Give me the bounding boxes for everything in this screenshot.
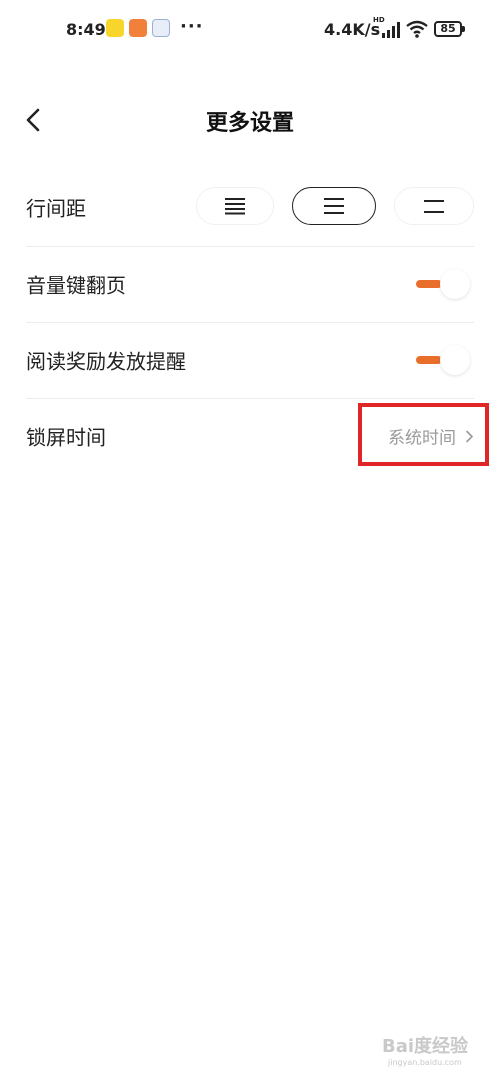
status-bar: 8:49 ··· 4.4K/s HD 85 — [0, 0, 500, 60]
line-spacing-loose-option[interactable] — [394, 187, 474, 225]
more-notifications-icon: ··· — [180, 16, 204, 37]
baidu-jingyan-watermark: Bai度经验 jingyan.baidu.com — [382, 1030, 492, 1076]
page-title: 更多设置 — [205, 111, 294, 136]
line-spacing-compact-option[interactable] — [196, 187, 274, 225]
volume-key-page-turn-label: 音量键翻页 — [26, 273, 126, 298]
orange-app-icon — [129, 19, 147, 37]
toggle-knob — [440, 269, 470, 299]
reading-reward-reminder-toggle[interactable] — [416, 345, 474, 375]
medium-lines-icon — [324, 198, 344, 214]
battery-icon: 85 — [434, 21, 465, 37]
blue-app-icon — [152, 19, 170, 37]
reading-reward-reminder-row: 阅读奖励发放提醒 — [26, 322, 474, 399]
lock-screen-time-label: 锁屏时间 — [26, 425, 106, 450]
line-spacing-row: 行间距 — [26, 168, 474, 247]
highlight-annotation-box — [358, 403, 489, 466]
loose-lines-icon — [424, 200, 444, 213]
toggle-track — [416, 280, 442, 288]
watermark-text: Bai度经验 — [382, 1036, 469, 1057]
compact-lines-icon — [225, 198, 245, 215]
status-time: 8:49 — [66, 20, 106, 39]
signal-icon — [382, 22, 402, 38]
volume-key-page-turn-row: 音量键翻页 — [26, 246, 474, 323]
line-spacing-label: 行间距 — [26, 196, 86, 221]
toggle-knob — [440, 345, 470, 375]
header: 更多设置 — [0, 90, 500, 150]
toggle-track — [416, 356, 442, 364]
wifi-icon — [406, 20, 428, 38]
meituan-app-icon — [106, 19, 124, 37]
watermark-url: jingyan.baidu.com — [388, 1058, 462, 1067]
line-spacing-medium-option[interactable] — [292, 187, 376, 225]
volume-key-page-turn-toggle[interactable] — [416, 269, 474, 299]
screen: 8:49 ··· 4.4K/s HD 85 更多设置 行间距 音量键翻页 阅读奖… — [0, 0, 500, 1084]
network-speed: 4.4K/s — [324, 20, 381, 39]
reading-reward-reminder-label: 阅读奖励发放提醒 — [26, 349, 186, 374]
